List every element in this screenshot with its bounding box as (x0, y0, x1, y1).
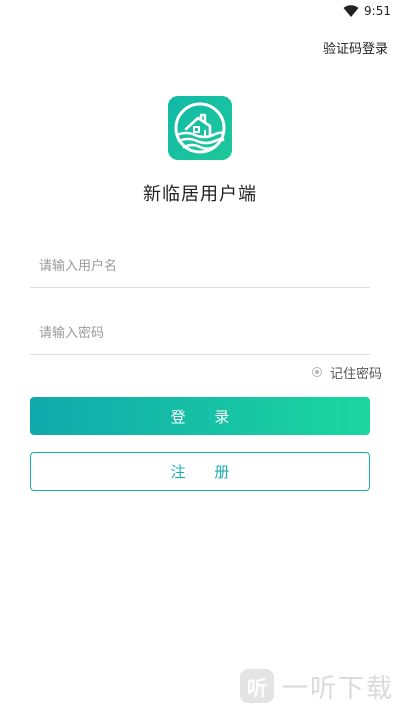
watermark-logo-icon: 听 (239, 669, 274, 703)
app-title: 新临居用户端 (143, 184, 257, 205)
house-on-waves-logo (168, 96, 232, 160)
password-input[interactable] (30, 313, 370, 354)
remember-radio-icon[interactable] (311, 367, 322, 377)
username-field-wrapper (30, 246, 370, 288)
remember-password-toggle[interactable]: 记住密码 (311, 362, 382, 382)
watermark: 听 一听下载 (239, 668, 394, 704)
username-input[interactable] (30, 246, 370, 287)
login-screen: 9:51 验证码登录 新临居用户端 记住密码 登 录 注 册 听 一听下载 (0, 0, 400, 710)
password-field-wrapper (30, 313, 370, 355)
status-bar: 9:51 (0, 0, 400, 24)
remember-password-label: 记住密码 (329, 366, 382, 382)
wifi-icon (343, 5, 359, 17)
status-time: 9:51 (364, 4, 391, 18)
sms-login-link[interactable]: 验证码登录 (323, 41, 388, 59)
login-button[interactable]: 登 录 (30, 397, 370, 435)
register-button[interactable]: 注 册 (30, 452, 370, 491)
watermark-text: 一听下载 (281, 673, 394, 704)
